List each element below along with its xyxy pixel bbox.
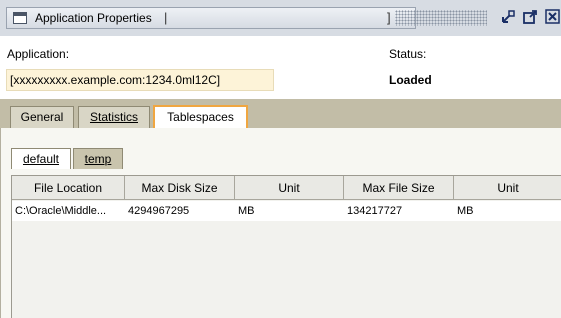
tab-tablespaces-label: Tablespaces (167, 110, 234, 124)
close-icon[interactable] (545, 9, 561, 25)
tab-general-label: General (20, 110, 64, 124)
maximize-icon[interactable] (522, 9, 538, 25)
subtab-default-label: default (22, 152, 60, 166)
cell-max-disk-size: 4294967295 (128, 205, 190, 217)
tab-statistics-label: Statistics (89, 110, 138, 124)
title-field: Application Properties | ] (6, 7, 416, 29)
table-row[interactable]: C:\Oracle\Middle... 4294967295 MB 134217… (12, 201, 561, 221)
title-caret: | (164, 10, 168, 25)
column-header-max-disk-size[interactable]: Max Disk Size (125, 176, 235, 200)
title-bracket: ] (387, 10, 391, 25)
window-title: Application Properties (35, 11, 152, 25)
subtab-temp-label: temp (84, 152, 112, 166)
tab-tablespaces[interactable]: Tablespaces (153, 105, 248, 128)
subtab-default[interactable]: default (11, 148, 71, 169)
tablespace-table: File Location Max Disk Size Unit Max Fil… (11, 175, 561, 318)
tab-general[interactable]: General (10, 106, 74, 128)
undock-icon[interactable] (500, 9, 516, 25)
column-header-file-location[interactable]: File Location (12, 176, 125, 200)
status-value: Loaded (389, 73, 432, 87)
column-header-max-file-size[interactable]: Max File Size (344, 176, 454, 200)
subtab-temp[interactable]: temp (73, 148, 123, 169)
title-drag-handle[interactable] (395, 10, 487, 26)
cell-unit: MB (457, 205, 474, 217)
column-header-unit[interactable]: Unit (454, 176, 561, 200)
cell-max-file-size: 134217727 (347, 205, 403, 217)
table-header: File Location Max Disk Size Unit Max Fil… (12, 176, 561, 200)
cell-file-location: C:\Oracle\Middle... (15, 205, 107, 217)
column-header-unit[interactable]: Unit (235, 176, 344, 200)
status-label: Status: (389, 47, 427, 61)
application-value: [xxxxxxxxx.example.com:1234.0ml12C] (6, 69, 274, 91)
application-label: Application: (7, 47, 70, 61)
tab-statistics[interactable]: Statistics (78, 106, 150, 128)
title-bar: Application Properties | ] (0, 0, 561, 36)
window-icon (13, 12, 27, 24)
cell-unit: MB (238, 205, 255, 217)
